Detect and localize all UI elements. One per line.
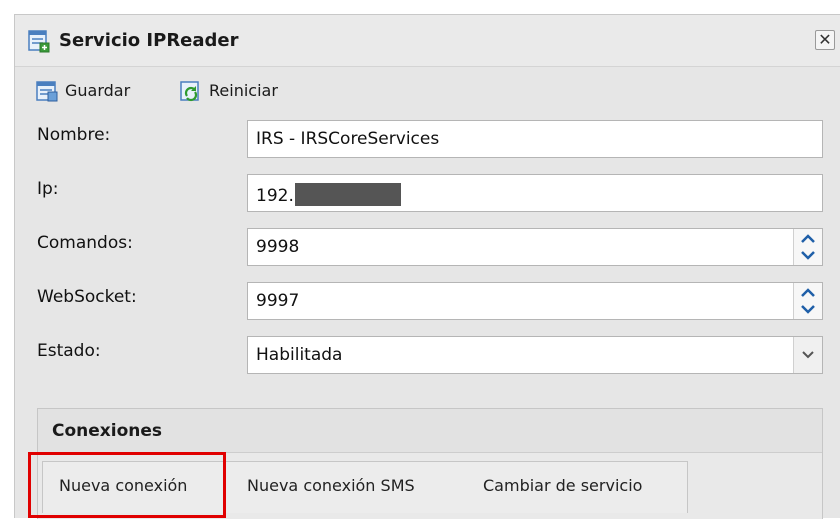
chevron-down-icon (802, 351, 814, 359)
nombre-label: Nombre: (37, 125, 111, 145)
dropdown-trigger[interactable] (793, 337, 822, 373)
websocket-value: 9997 (256, 291, 300, 311)
connections-header: Conexiones (38, 409, 822, 453)
spin-up-icon[interactable] (794, 229, 822, 247)
save-label: Guardar (65, 81, 131, 100)
estado-label: Estado: (37, 341, 101, 361)
ip-input[interactable]: 192. (247, 174, 823, 212)
toolbar: Guardar Reiniciar (15, 68, 840, 114)
ip-label: Ip: (37, 179, 59, 199)
refresh-document-icon (180, 81, 199, 102)
document-form-icon (28, 30, 50, 53)
connections-title: Conexiones (52, 421, 163, 441)
tab-change-service[interactable]: Cambiar de servicio (483, 476, 642, 495)
estado-value: Habilitada (256, 345, 343, 365)
close-button[interactable]: ✕ (815, 30, 835, 50)
highlight-box (28, 452, 226, 518)
dialog-titlebar: Servicio IPReader ✕ (15, 15, 840, 67)
comandos-spinner (793, 229, 822, 265)
row-comandos: Comandos: 9998 (15, 222, 840, 266)
tab-new-sms-connection[interactable]: Nueva conexión SMS (247, 476, 415, 495)
row-estado: Estado: Habilitada (15, 330, 840, 374)
spin-down-icon[interactable] (794, 301, 822, 319)
close-icon: ✕ (818, 30, 832, 49)
estado-select[interactable]: Habilitada (247, 336, 823, 374)
row-nombre: Nombre: IRS - IRSCoreServices (15, 114, 840, 158)
comandos-value: 9998 (256, 237, 300, 257)
row-ip: Ip: 192. (15, 168, 840, 212)
nombre-input[interactable]: IRS - IRSCoreServices (247, 120, 823, 158)
restart-button[interactable]: Reiniciar (179, 78, 309, 104)
redacted-block (294, 183, 401, 206)
save-icon (36, 81, 58, 102)
save-button[interactable]: Guardar (35, 78, 165, 104)
comandos-label: Comandos: (37, 233, 133, 253)
restart-label: Reiniciar (209, 81, 278, 100)
spin-down-icon[interactable] (794, 247, 822, 265)
dialog-title: Servicio IPReader (59, 30, 239, 51)
websocket-spinner (793, 283, 822, 319)
row-websocket: WebSocket: 9997 (15, 276, 840, 320)
ip-value-prefix: 192. (256, 186, 294, 206)
websocket-label: WebSocket: (37, 287, 137, 307)
comandos-number-field[interactable]: 9998 (247, 228, 823, 266)
nombre-value: IRS - IRSCoreServices (256, 129, 440, 149)
ip-value: 192. (256, 183, 401, 206)
service-dialog: Servicio IPReader ✕ Guardar Reiniciar No… (14, 14, 840, 519)
websocket-number-field[interactable]: 9997 (247, 282, 823, 320)
spin-up-icon[interactable] (794, 283, 822, 301)
